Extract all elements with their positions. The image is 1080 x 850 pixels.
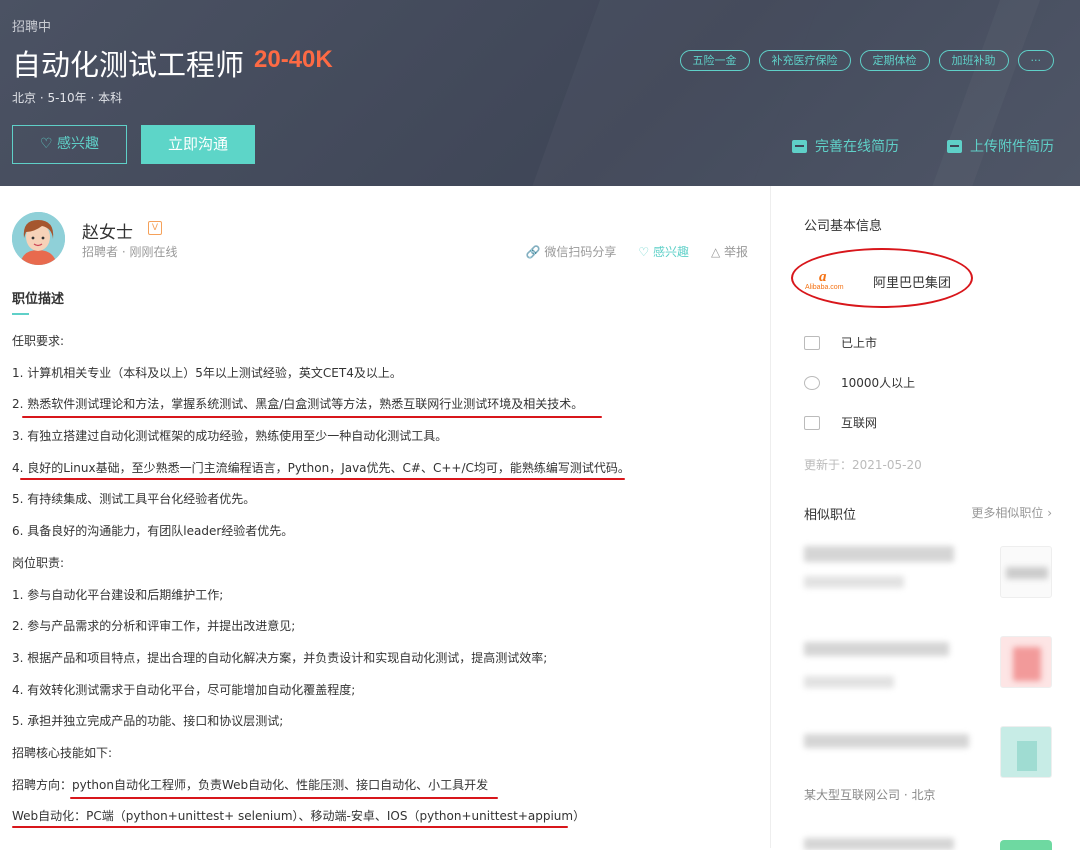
benefit-tag: 补充医疗保险: [758, 50, 851, 71]
company-thumbnail: [1000, 546, 1052, 598]
desc-line: 1. 计算机相关专业（本科及以上）5年以上测试经验，英文CET4及以上。: [12, 365, 402, 380]
blurred-text: [804, 546, 954, 562]
interest-link[interactable]: ♡ 感兴趣: [638, 243, 689, 260]
similar-jobs-title: 相似职位: [804, 508, 857, 523]
recruiter-name: 赵女士: [82, 223, 133, 243]
upload-resume-label: 上传附件简历: [970, 139, 1054, 155]
job-header: 招聘中 自动化测试工程师 20-40K 北京 · 5-10年 · 本科 五险一金…: [0, 0, 1080, 186]
desc-line: Web自动化：PC端（python+unittest+ selenium）、移动…: [12, 809, 586, 824]
blurred-text: [804, 576, 904, 588]
desc-line: 6. 具备良好的沟通能力，有团队leader经验者优先。: [12, 524, 294, 539]
desc-line: 4. 有效转化测试需求于自动化平台，尽可能增加自动化覆盖程度;: [12, 682, 356, 697]
desc-line: 4. 良好的Linux基础，至少熟悉一门主流编程语言，Python，Java优先…: [12, 460, 630, 475]
company-size-label: 10000人以上: [841, 376, 916, 390]
job-description: 任职要求: 1. 计算机相关专业（本科及以上）5年以上测试经验，英文CET4及以…: [12, 333, 752, 840]
desc-line: 招聘方向：python自动化工程师，负责Web自动化、性能压测、接口自动化、小工…: [12, 777, 489, 792]
grid-icon: [804, 415, 820, 430]
annotation-underline: [20, 478, 625, 480]
company-thumbnail: [1000, 726, 1052, 778]
online-resume-link[interactable]: 完善在线简历: [792, 136, 899, 156]
desc-line: 招聘核心技能如下:: [12, 745, 113, 760]
update-time: 更新于：2021-05-20: [804, 458, 922, 472]
desc-line: 岗位职责:: [12, 555, 65, 570]
more-tags-button[interactable]: ···: [1017, 50, 1054, 71]
upload-icon: [947, 139, 962, 153]
company-industry-label: 互联网: [841, 416, 878, 430]
job-actions: 🔗 微信扫码分享 ♡ 感兴趣 △ 举报: [526, 243, 748, 260]
desc-line: 5. 有持续集成、测试工具平台化经验者优先。: [12, 492, 256, 507]
salary: 20-40K: [254, 46, 333, 73]
desc-line: 2. 参与产品需求的分析和评审工作，并提出改进意见;: [12, 619, 296, 634]
blurred-text: [804, 676, 894, 688]
building-icon: [1017, 741, 1037, 771]
wechat-share-link[interactable]: 🔗 微信扫码分享: [526, 243, 617, 260]
similar-company-meta: 某大型互联网公司 · 北京: [804, 788, 936, 802]
company-stage: 已上市: [804, 334, 877, 351]
company-sidebar: 公司基本信息 a Alibaba.com 阿里巴巴集团 已上市 10000人以上…: [771, 186, 1080, 850]
benefit-tag: 定期体检: [859, 50, 930, 71]
section-underline: [12, 313, 29, 315]
resume-icon: [792, 139, 807, 153]
chat-now-button[interactable]: 立即沟通: [141, 125, 255, 164]
more-similar-jobs-link[interactable]: 更多相似职位 ›: [971, 504, 1052, 521]
job-title: 自动化测试工程师: [12, 48, 245, 82]
desc-line: 1. 参与自动化平台建设和后期维护工作;: [12, 587, 224, 602]
company-card[interactable]: a Alibaba.com 阿里巴巴集团: [805, 269, 951, 293]
verified-badge: V: [148, 221, 162, 235]
company-stage-label: 已上市: [841, 336, 878, 350]
job-meta: 北京 · 5-10年 · 本科: [12, 91, 123, 105]
desc-line: 3. 根据产品和项目特点，提出合理的自动化解决方案，并负责设计和实现自动化测试，…: [12, 650, 548, 665]
blurred-text: [804, 838, 954, 850]
interest-button[interactable]: ♡ 感兴趣: [12, 125, 127, 164]
desc-line: 2. 熟悉软件测试理论和方法，掌握系统测试、黑盒/白盒测试等方法，熟悉互联网行业…: [12, 397, 584, 412]
company-industry: 互联网: [804, 414, 877, 431]
company-logo: a Alibaba.com: [805, 269, 855, 293]
blurred-text: [804, 734, 969, 748]
desc-line: 3. 有独立搭建过自动化测试框架的成功经验，熟练使用至少一种自动化测试工具。: [12, 429, 448, 444]
report-link[interactable]: △ 举报: [711, 243, 748, 260]
benefit-tag: 五险一金: [679, 50, 750, 71]
annotation-underline: [12, 826, 568, 828]
job-status: 招聘中: [12, 20, 52, 35]
company-size: 10000人以上: [804, 374, 915, 391]
company-thumbnail: [1000, 636, 1052, 688]
person-icon: [804, 375, 820, 390]
online-resume-label: 完善在线简历: [815, 139, 899, 155]
chart-icon: [804, 335, 820, 350]
desc-line: 任职要求:: [12, 334, 65, 348]
blurred-text: [804, 642, 949, 656]
company-name: 阿里巴巴集团: [873, 275, 952, 291]
avatar: [12, 212, 65, 265]
link-icon: 🔗: [525, 245, 545, 259]
annotation-underline: [22, 416, 602, 418]
annotation-underline: [70, 797, 498, 799]
status-chip: [1000, 840, 1052, 850]
benefit-tag: 加班补助: [938, 50, 1009, 71]
job-detail: 赵女士 V 招聘者 · 刚刚在线 🔗 微信扫码分享 ♡ 感兴趣 △ 举报 职位描…: [0, 186, 770, 848]
section-title-job-desc: 职位描述: [12, 292, 65, 307]
recruiter-role: 招聘者 · 刚刚在线: [82, 245, 178, 259]
desc-line: 5. 承担并独立完成产品的功能、接口和协议层测试;: [12, 714, 284, 729]
benefit-tags: 五险一金 补充医疗保险 定期体检 加班补助 ···: [679, 50, 1054, 71]
upload-resume-link[interactable]: 上传附件简历: [947, 136, 1054, 156]
company-logo-text: Alibaba.com: [805, 284, 844, 291]
company-section-title: 公司基本信息: [804, 219, 883, 234]
